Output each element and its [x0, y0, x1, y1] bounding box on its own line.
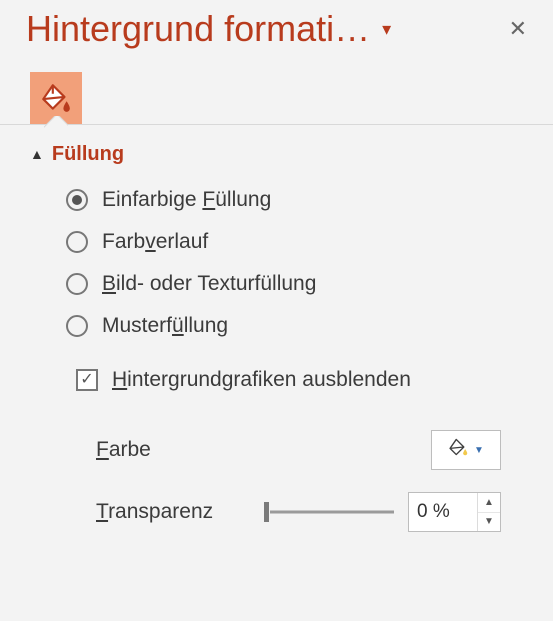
tab-strip	[0, 62, 553, 124]
radio-solid-fill[interactable]: Einfarbige Füllung	[66, 188, 527, 212]
close-button[interactable]: ✕	[501, 12, 535, 46]
fill-options: Einfarbige Füllung Farbverlauf Bild- ode…	[30, 166, 527, 404]
fill-color-icon	[448, 436, 470, 464]
color-row: Farbe ▼	[96, 430, 501, 470]
fill-section: ▲ Füllung Einfarbige Füllung Farbverlauf…	[0, 125, 553, 532]
fill-section-header[interactable]: ▲ Füllung	[30, 143, 527, 166]
radio-icon	[66, 231, 88, 253]
radio-label: Musterfüllung	[102, 314, 228, 338]
radio-icon	[66, 315, 88, 337]
slider-track	[270, 511, 394, 514]
transparency-spinner: ▲ ▼	[408, 492, 501, 532]
transparency-label: Transparenz	[96, 500, 213, 524]
title-wrap: Hintergrund formati… ▾	[26, 8, 397, 50]
radio-pattern-fill[interactable]: Musterfüllung	[66, 314, 527, 338]
transparency-slider[interactable]	[264, 502, 394, 522]
radio-icon	[66, 189, 88, 211]
fill-controls: Farbe ▼ Transparenz	[30, 404, 527, 532]
highlight-box: Hintergrundgrafiken ausblenden	[60, 356, 533, 404]
radio-label: Farbverlauf	[102, 230, 208, 254]
checkbox-hide-background-graphics[interactable]: Hintergrundgrafiken ausblenden	[66, 360, 527, 400]
radio-gradient-fill[interactable]: Farbverlauf	[66, 230, 527, 254]
radio-label: Einfarbige Füllung	[102, 188, 271, 212]
checkbox-icon	[76, 369, 98, 391]
radio-picture-texture-fill[interactable]: Bild- oder Texturfüllung	[66, 272, 527, 296]
transparency-input[interactable]	[409, 493, 477, 531]
tab-separator	[0, 124, 553, 125]
slider-thumb[interactable]	[264, 502, 269, 522]
transparency-controls: ▲ ▼	[264, 492, 501, 532]
spinner-down-button[interactable]: ▼	[478, 513, 500, 532]
tab-notch	[44, 116, 68, 128]
radio-icon	[66, 273, 88, 295]
radio-label: Bild- oder Texturfüllung	[102, 272, 316, 296]
pane-menu-dropdown[interactable]: ▾	[376, 13, 397, 46]
format-background-pane: Hintergrund formati… ▾ ✕ ▲ Fü	[0, 0, 553, 621]
spinner-up-button[interactable]: ▲	[478, 493, 500, 513]
fill-section-title: Füllung	[52, 143, 124, 166]
pane-title: Hintergrund formati…	[26, 8, 370, 50]
pane-header: Hintergrund formati… ▾ ✕	[0, 8, 553, 62]
color-label: Farbe	[96, 438, 151, 462]
chevron-down-icon: ▼	[474, 445, 484, 456]
collapse-arrow-icon: ▲	[30, 146, 44, 162]
transparency-row: Transparenz ▲ ▼	[96, 492, 501, 532]
paint-bucket-icon	[39, 81, 73, 115]
color-picker-button[interactable]: ▼	[431, 430, 501, 470]
spinner-buttons: ▲ ▼	[477, 493, 500, 531]
checkbox-label: Hintergrundgrafiken ausblenden	[112, 368, 411, 392]
